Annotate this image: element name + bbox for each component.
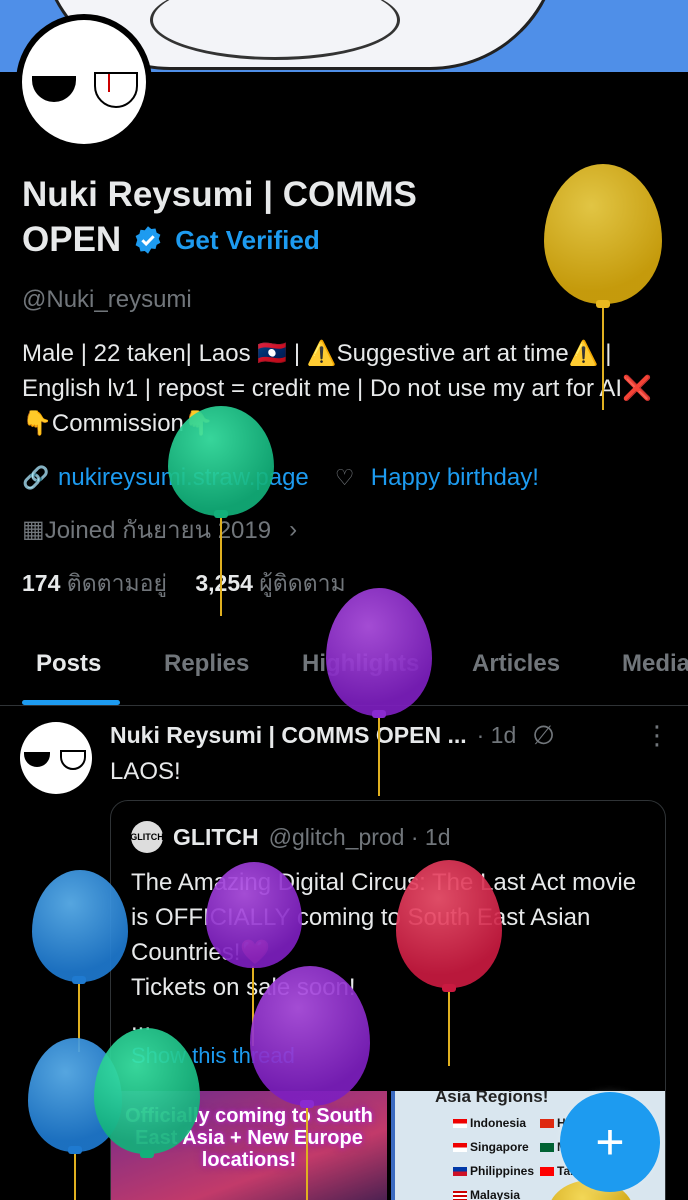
following-count[interactable]: 174	[22, 570, 60, 596]
balloon-knot	[72, 976, 86, 984]
balloon-yellow	[544, 164, 662, 304]
avatar-eye-right	[94, 72, 138, 108]
post-author[interactable]: Nuki Reysumi | COMMS OPEN ...	[110, 722, 467, 749]
post-avatar[interactable]	[20, 722, 92, 794]
balloon-blue	[32, 870, 128, 982]
country-item: Malaysia	[453, 1183, 534, 1200]
post-header: Nuki Reysumi | COMMS OPEN ... · 1d ∅ ⋮	[110, 720, 670, 751]
balloon-string	[306, 1104, 308, 1200]
avatar-image	[22, 20, 146, 144]
balloon-knot	[300, 1100, 314, 1108]
calendar-icon: ▦	[22, 516, 45, 543]
profile-meta-links: 🔗 nukireysumi.straw.page ♡ Happy birthda…	[22, 464, 539, 492]
balloon-string	[378, 716, 380, 796]
verified-badge-icon[interactable]	[133, 225, 163, 255]
quote-header: GLITCH GLITCH @glitch_prod · 1d	[130, 821, 451, 853]
country-list: Indonesia Singapore Philippines Malaysia	[453, 1111, 534, 1200]
quote-image-2-title: Asia Regions!	[435, 1087, 549, 1106]
get-verified-link[interactable]: Get Verified	[175, 225, 320, 256]
tab-media[interactable]: Media	[622, 650, 688, 678]
balloon-knot	[442, 984, 456, 992]
profile-handle: @Nuki_reysumi	[22, 286, 192, 313]
post-avatar-eye-right	[60, 750, 86, 770]
country-item: Philippines	[453, 1159, 534, 1183]
balloon-knot	[372, 710, 386, 718]
link-icon: 🔗	[22, 465, 50, 490]
tab-replies[interactable]: Replies	[164, 650, 249, 678]
balloon-string	[74, 1150, 76, 1200]
follow-stats: 174 ติดตามอยู่ 3,254 ผู้ติดตาม	[22, 566, 346, 602]
avatar-eye-left	[32, 76, 76, 102]
country-item: Singapore	[453, 1135, 534, 1159]
following-label[interactable]: ติดตามอยู่	[67, 570, 167, 596]
active-tab-indicator	[22, 700, 120, 705]
compose-post-button[interactable]: +	[560, 1092, 660, 1192]
post-time[interactable]: · 1d	[477, 722, 517, 749]
tab-articles[interactable]: Articles	[472, 650, 560, 678]
grok-icon[interactable]: ∅	[532, 720, 555, 751]
profile-avatar[interactable]	[16, 14, 152, 150]
followers-label[interactable]: ผู้ติดตาม	[259, 570, 345, 596]
balloon-string	[448, 990, 450, 1066]
chevron-right-icon: ›	[289, 515, 298, 543]
balloon-knot	[140, 1150, 154, 1158]
post-text: LAOS!	[110, 758, 181, 785]
profile-name-line2: OPEN	[22, 220, 122, 259]
joined-row[interactable]: ▦ Joined กันยายน 2019 ›	[22, 510, 297, 549]
tab-posts[interactable]: Posts	[36, 650, 101, 678]
quote-author[interactable]: GLITCH	[173, 824, 259, 851]
balloon-string	[602, 300, 604, 410]
balloon-knot	[596, 300, 610, 308]
quote-body: The Amazing Digital Circus: The Last Act…	[131, 869, 637, 1036]
profile-name: Nuki Reysumi | COMMS	[22, 175, 417, 214]
balloon-icon: ♡	[334, 465, 355, 490]
balloon-purple	[206, 862, 302, 968]
more-options-icon[interactable]: ⋮	[644, 720, 670, 751]
country-item: Indonesia	[453, 1111, 534, 1135]
balloon-green	[94, 1028, 200, 1154]
birthday-link[interactable]: Happy birthday!	[371, 464, 539, 492]
joined-date: Joined กันยายน 2019	[44, 517, 272, 544]
quote-handle[interactable]: @glitch_prod · 1d	[269, 824, 451, 851]
quote-avatar[interactable]: GLITCH	[130, 821, 164, 853]
balloon-red	[396, 860, 502, 988]
balloon-string	[220, 516, 222, 616]
balloon-green	[168, 406, 274, 516]
balloon-knot	[68, 1146, 82, 1154]
name-verified-row: OPEN Get Verified	[22, 220, 320, 260]
balloon-knot	[214, 510, 228, 518]
post-avatar-eye-left	[24, 752, 50, 767]
followers-count[interactable]: 3,254	[195, 570, 253, 596]
profile-bio: Male | 22 taken| Laos 🇱🇦 | ⚠️Suggestive …	[22, 340, 652, 437]
balloon-purple	[326, 588, 432, 716]
